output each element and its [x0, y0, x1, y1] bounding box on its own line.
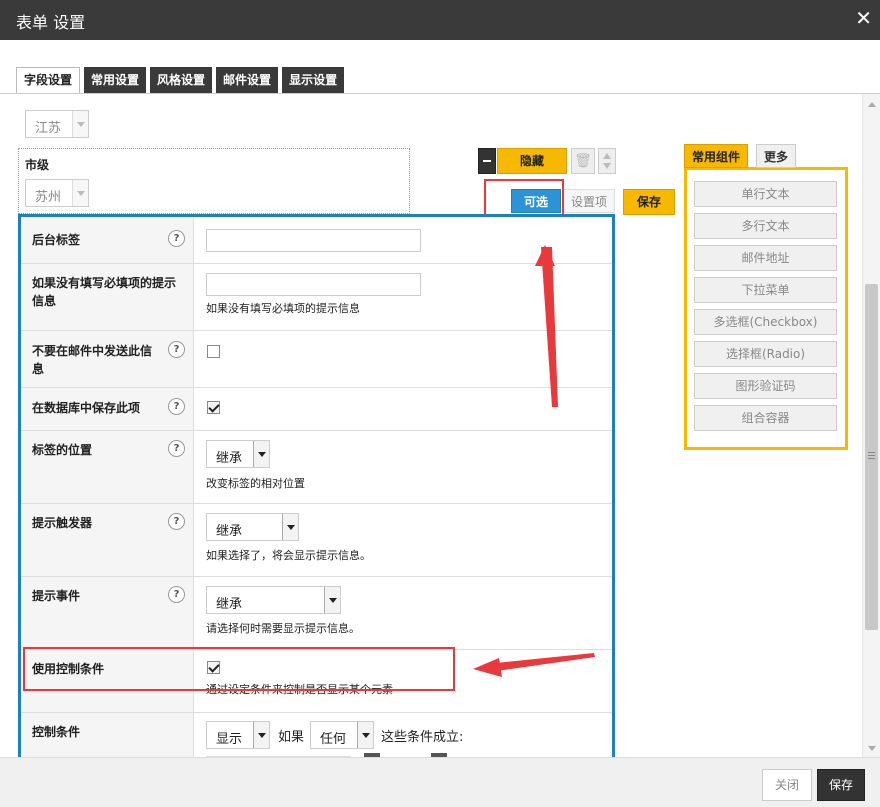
- condition-if-text: 如果: [278, 730, 305, 745]
- tab-style-settings[interactable]: 风格设置: [150, 67, 213, 94]
- help-icon[interactable]: ?: [168, 440, 185, 457]
- setting-row-no-email: 不要在邮件中发送此信息 ?: [21, 331, 612, 388]
- setting-row-label-position: 标签的位置 ? 继承 改变标签的相对位置: [21, 431, 612, 504]
- component-list: 单行文本 多行文本 邮件地址 下拉菜单 多选框(Checkbox) 选择框(Ra…: [684, 167, 848, 450]
- setting-row-tip-trigger: 提示触发器 ? 继承 如果选择了，将会显示提示信息。: [21, 504, 612, 577]
- setting-row-backend-label: 后台标签 ?: [21, 217, 612, 264]
- window-title: 表单 设置: [16, 13, 86, 32]
- select-value: 显示: [216, 732, 243, 747]
- component-email[interactable]: 邮件地址: [694, 245, 837, 271]
- settings-tab-button[interactable]: 设置项: [563, 189, 615, 213]
- select-value: 继承: [216, 597, 243, 612]
- close-button[interactable]: 关闭: [762, 769, 812, 801]
- save-field-button[interactable]: 保存: [623, 189, 675, 215]
- setting-label: 标签的位置: [32, 443, 93, 457]
- chevron-down-icon: [72, 180, 88, 206]
- tip-event-select[interactable]: 继承: [206, 586, 341, 614]
- condition-show-select[interactable]: 显示: [206, 721, 270, 749]
- province-select-value: 江苏: [35, 121, 62, 136]
- help-icon[interactable]: ?: [168, 230, 185, 247]
- tab-email-settings[interactable]: 邮件设置: [216, 67, 279, 94]
- save-button[interactable]: 保存: [817, 769, 865, 801]
- setting-label: 不要在邮件中发送此信息: [32, 344, 153, 376]
- help-icon[interactable]: ?: [168, 341, 185, 358]
- select-value: 继承: [216, 451, 243, 466]
- component-dropdown[interactable]: 下拉菜单: [694, 277, 837, 303]
- setting-row-condition: 控制条件 显示 如果 任何 这些条件成立:: [21, 713, 612, 757]
- trash-icon[interactable]: 🗑: [571, 148, 595, 174]
- no-email-checkbox[interactable]: [207, 345, 220, 358]
- setting-row-save-db: 在数据库中保存此项 ?: [21, 388, 612, 431]
- tab-field-settings[interactable]: 字段设置: [16, 67, 81, 94]
- city-field-label: 市级: [25, 158, 50, 172]
- label-position-select[interactable]: 继承: [206, 440, 270, 468]
- setting-description: 请选择何时需要显示提示信息。: [206, 622, 360, 635]
- tip-trigger-select[interactable]: 继承: [206, 513, 299, 541]
- city-select-value: 苏州: [35, 190, 62, 205]
- help-icon[interactable]: ?: [168, 398, 185, 415]
- form-builder-canvas: 江苏 市级 苏州 隐藏 🗑 可选 设置项 保存 后台标签 ? 如果没有填写必填项…: [0, 94, 862, 757]
- city-select[interactable]: 苏州: [25, 179, 89, 207]
- setting-row-tip-event: 提示事件 ? 继承 请选择何时需要显示提示信息。: [21, 577, 612, 650]
- tab-common-components[interactable]: 常用组件: [684, 144, 749, 168]
- title-bar: 表单 设置 ✕: [0, 0, 880, 40]
- setting-label: 提示事件: [32, 589, 81, 603]
- close-icon[interactable]: ✕: [855, 6, 872, 30]
- chevron-down-icon: [324, 587, 340, 613]
- scrollbar-thumb[interactable]: [865, 284, 878, 630]
- help-icon[interactable]: ?: [168, 586, 185, 603]
- setting-label: 如果没有填写必填项的提示信息: [32, 276, 177, 308]
- minus-icon[interactable]: [478, 148, 496, 174]
- hide-field-button[interactable]: 隐藏: [497, 148, 567, 174]
- setting-label: 后台标签: [32, 233, 81, 247]
- select-value: 继承: [216, 524, 243, 539]
- annotation-box-use-condition: [23, 647, 455, 691]
- component-sidebar: 单行文本 多行文本 邮件地址 下拉菜单 多选框(Checkbox) 选择框(Ra…: [684, 144, 848, 450]
- component-radio[interactable]: 选择框(Radio): [694, 341, 837, 367]
- setting-description: 如果选择了，将会显示提示信息。: [206, 549, 371, 562]
- up-down-icon[interactable]: [598, 148, 616, 174]
- condition-suffix-text: 这些条件成立:: [381, 730, 464, 745]
- backend-label-input[interactable]: [206, 229, 421, 252]
- component-container[interactable]: 组合容器: [694, 405, 837, 431]
- setting-label: 提示触发器: [32, 516, 93, 530]
- tab-common-settings[interactable]: 常用设置: [84, 67, 147, 94]
- grip-icon: [868, 452, 875, 453]
- component-multi-line-text[interactable]: 多行文本: [694, 213, 837, 239]
- setting-description: 改变标签的相对位置: [206, 477, 305, 490]
- chevron-down-icon: [357, 722, 373, 748]
- component-captcha[interactable]: 图形验证码: [694, 373, 837, 399]
- tab-display-settings[interactable]: 显示设置: [282, 67, 345, 94]
- required-hint-input[interactable]: [206, 273, 421, 296]
- province-select[interactable]: 江苏: [25, 110, 89, 138]
- component-single-line-text[interactable]: 单行文本: [694, 181, 837, 207]
- setting-description: 如果没有填写必填项的提示信息: [206, 302, 360, 315]
- component-checkbox[interactable]: 多选框(Checkbox): [694, 309, 837, 335]
- chevron-down-icon: [282, 514, 298, 540]
- scroll-down-icon[interactable]: [868, 746, 876, 751]
- help-icon[interactable]: ?: [168, 513, 185, 530]
- city-field-preview[interactable]: 市级 苏州: [18, 148, 410, 214]
- select-value: 任何: [320, 732, 347, 747]
- setting-label: 在数据库中保存此项: [32, 401, 141, 415]
- tab-more-components[interactable]: 更多: [756, 144, 797, 168]
- settings-tabs: 字段设置 常用设置 风格设置 邮件设置 显示设置: [16, 67, 348, 94]
- chevron-down-icon: [253, 441, 269, 467]
- setting-row-required-hint: 如果没有填写必填项的提示信息 如果没有填写必填项的提示信息: [21, 264, 612, 331]
- scroll-up-icon[interactable]: [868, 102, 876, 107]
- chevron-down-icon: [253, 722, 269, 748]
- condition-any-select[interactable]: 任何: [310, 721, 374, 749]
- save-db-checkbox[interactable]: [207, 401, 220, 414]
- chevron-down-icon: [72, 111, 88, 137]
- dialog-footer: 关闭 保存: [0, 757, 880, 807]
- setting-label: 控制条件: [32, 725, 81, 739]
- vertical-scrollbar[interactable]: [862, 94, 880, 757]
